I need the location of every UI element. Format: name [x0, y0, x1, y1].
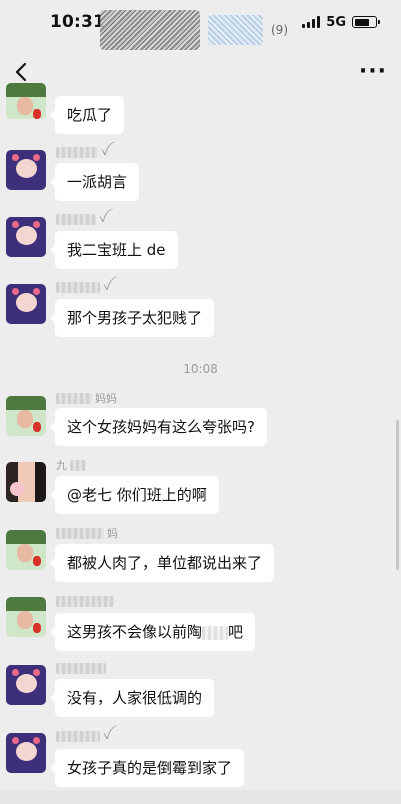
sender-name: ꪜ	[56, 279, 111, 295]
avatar[interactable]	[6, 530, 46, 570]
avatar[interactable]	[6, 83, 46, 119]
message-bubble[interactable]: 一派胡言	[49, 163, 140, 201]
message-bubble[interactable]: 这男孩不会像以前陶吧	[49, 613, 256, 651]
status-indicators: 5G	[302, 14, 380, 30]
battery-icon	[352, 16, 380, 28]
message-bubble[interactable]: 没有，人家很低调的	[49, 679, 215, 717]
more-options-icon[interactable]: ···	[359, 61, 387, 83]
sender-name: 妈	[56, 525, 118, 541]
message-bubble[interactable]: 吃瓜了	[49, 96, 125, 134]
sender-name: 九	[56, 457, 89, 473]
chat-header: ···	[0, 44, 401, 100]
network-label: 5G	[326, 14, 346, 30]
message-bubble[interactable]: 这个女孩妈妈有这么夸张吗?	[50, 408, 267, 446]
message-bubble[interactable]: 都被人肉了，单位都说出来了	[49, 544, 275, 582]
sender-name: ꪜ	[56, 728, 111, 744]
redacted-group-name-2	[208, 15, 263, 45]
time-divider: 10:08	[183, 362, 218, 376]
avatar[interactable]	[6, 284, 46, 324]
message-bubble[interactable]: 我二宝班上 de	[50, 231, 178, 269]
avatar[interactable]	[6, 733, 46, 773]
sender-name	[56, 660, 109, 676]
avatar[interactable]	[6, 396, 46, 436]
scrollbar[interactable]	[396, 420, 399, 570]
message-bubble[interactable]: @老七 你们班上的啊	[50, 476, 219, 514]
sender-name	[56, 593, 117, 609]
redacted-text	[202, 625, 229, 640]
message-bubble[interactable]: 女孩子真的是倒霉到家了	[49, 749, 245, 787]
avatar[interactable]	[6, 462, 46, 502]
status-time: 10:31	[50, 12, 106, 32]
chat-title: (9)	[100, 8, 310, 52]
chevron-left-icon[interactable]	[14, 60, 38, 84]
avatar[interactable]	[6, 150, 46, 190]
input-bar-edge	[0, 790, 401, 804]
sender-name: ꪜ	[56, 211, 107, 227]
sender-name: ꪜ	[56, 144, 109, 160]
avatar[interactable]	[6, 665, 46, 705]
member-count: (9)	[271, 23, 288, 37]
avatar[interactable]	[6, 597, 46, 637]
redacted-group-name	[100, 10, 200, 50]
avatar[interactable]	[6, 217, 46, 257]
sender-name: 妈妈	[56, 390, 117, 406]
message-bubble[interactable]: 那个男孩子太犯贱了	[49, 299, 215, 337]
